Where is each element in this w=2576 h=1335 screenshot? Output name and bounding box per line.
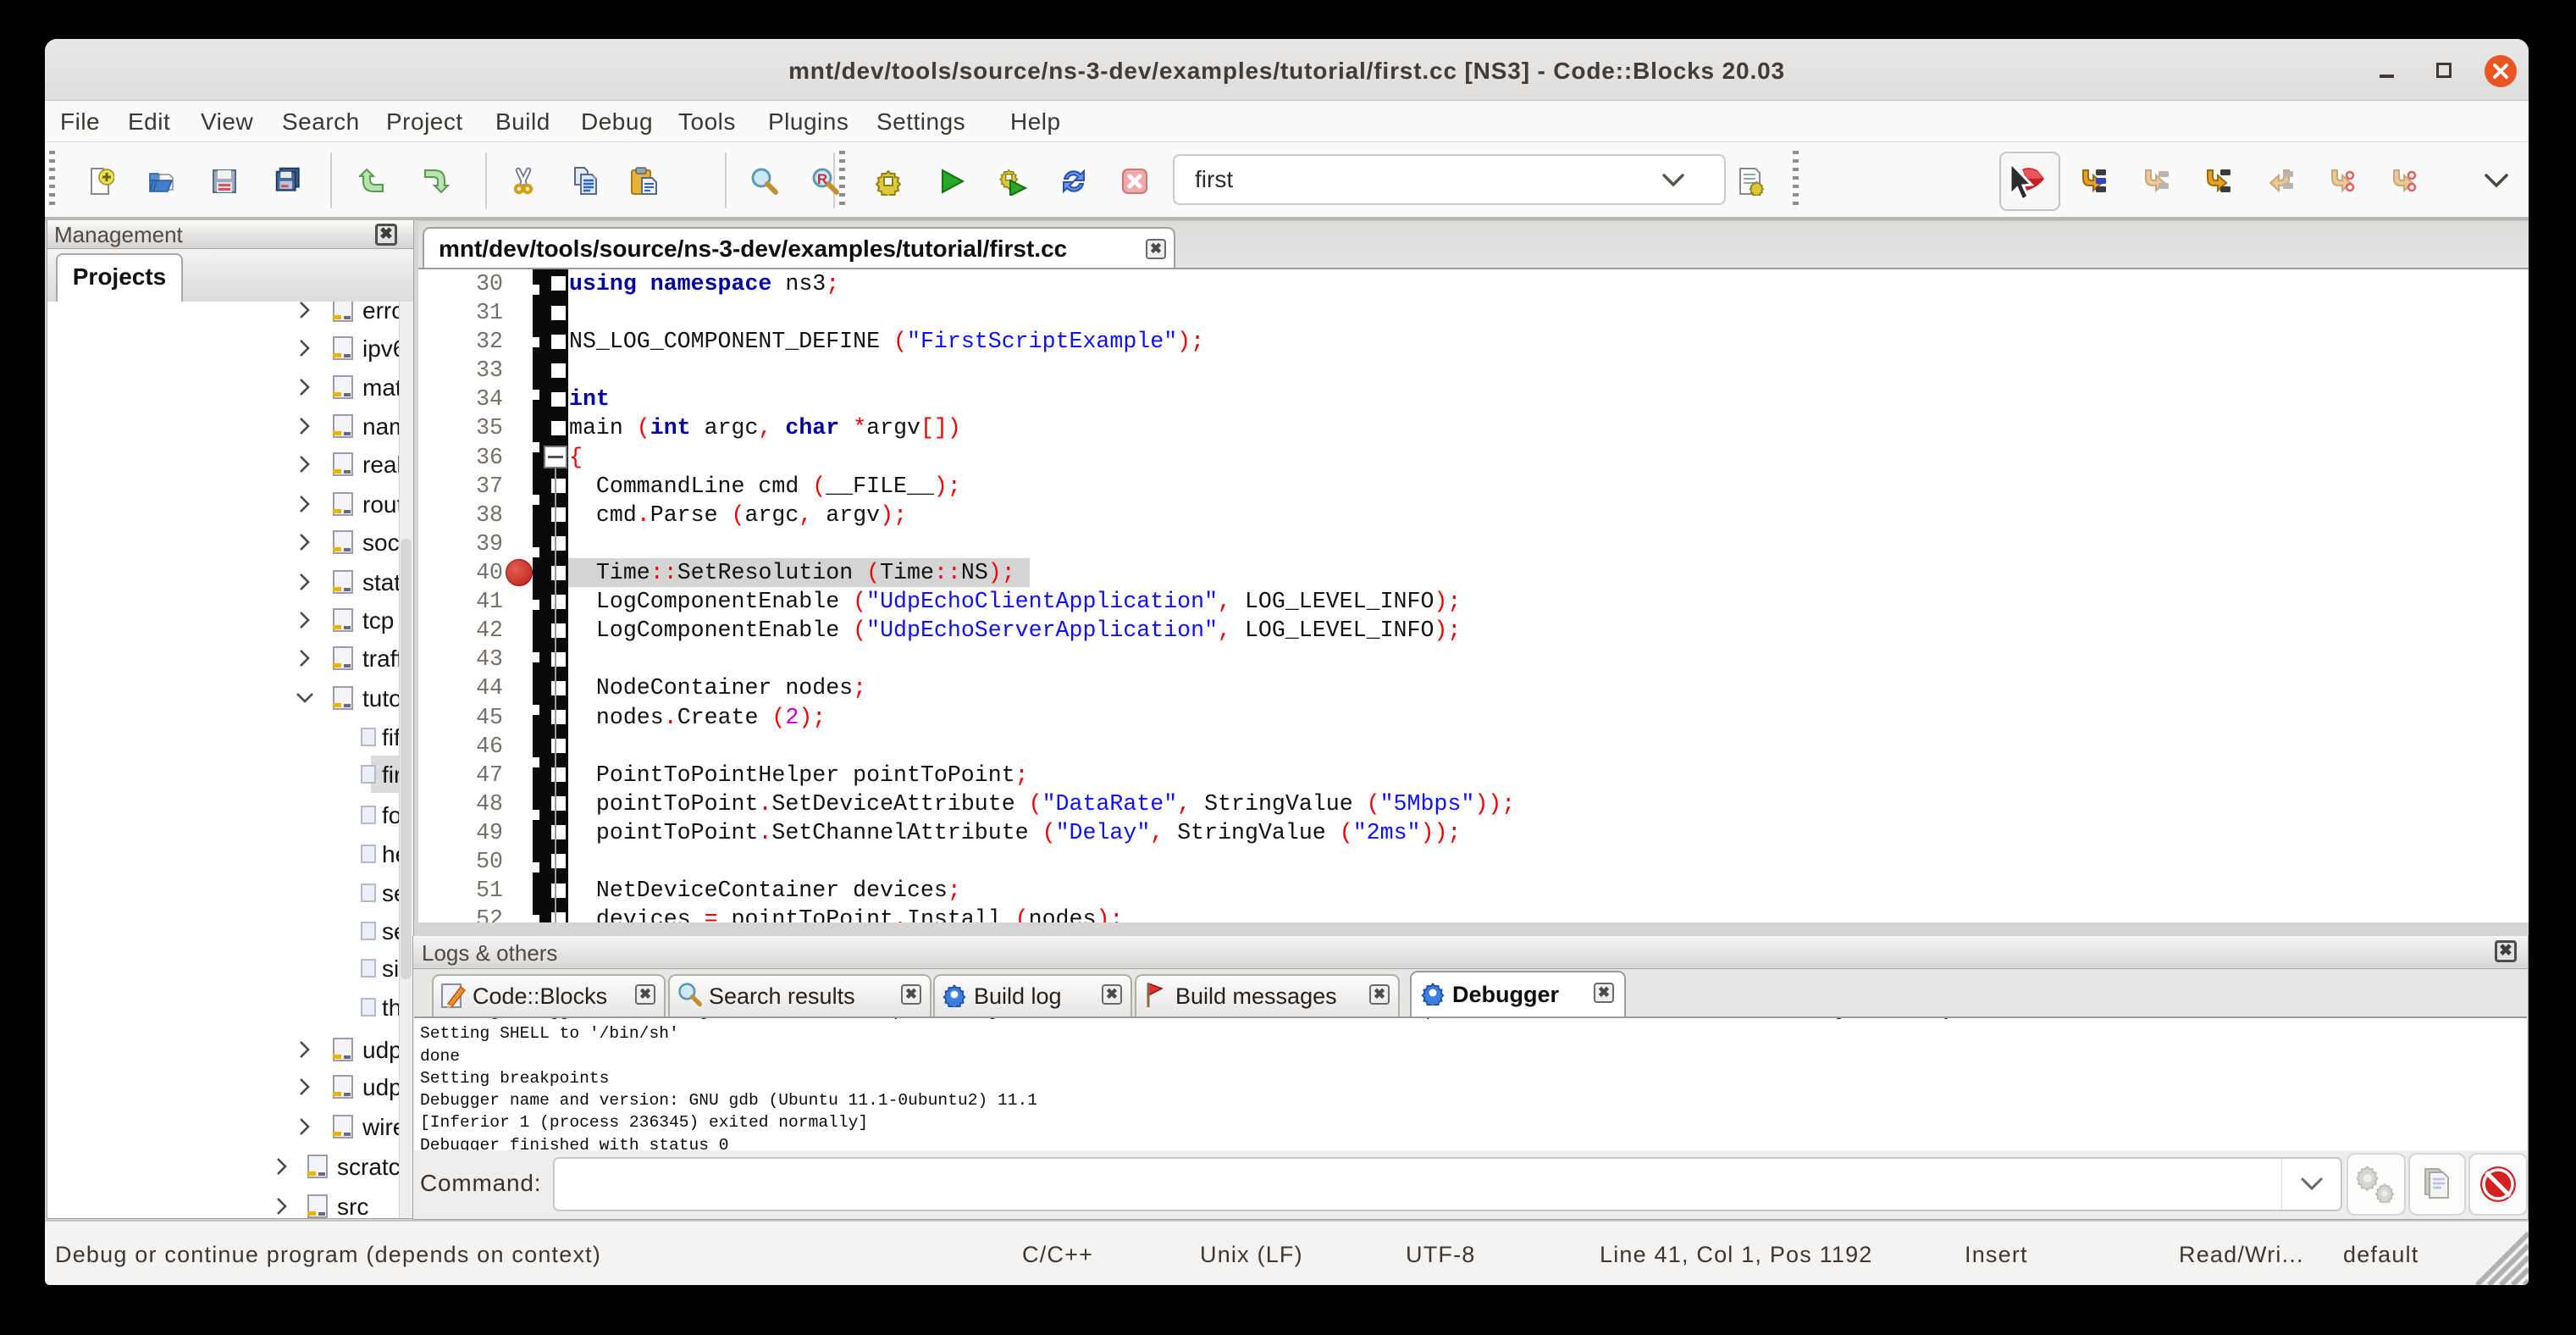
svg-text:R: R [817,171,827,187]
